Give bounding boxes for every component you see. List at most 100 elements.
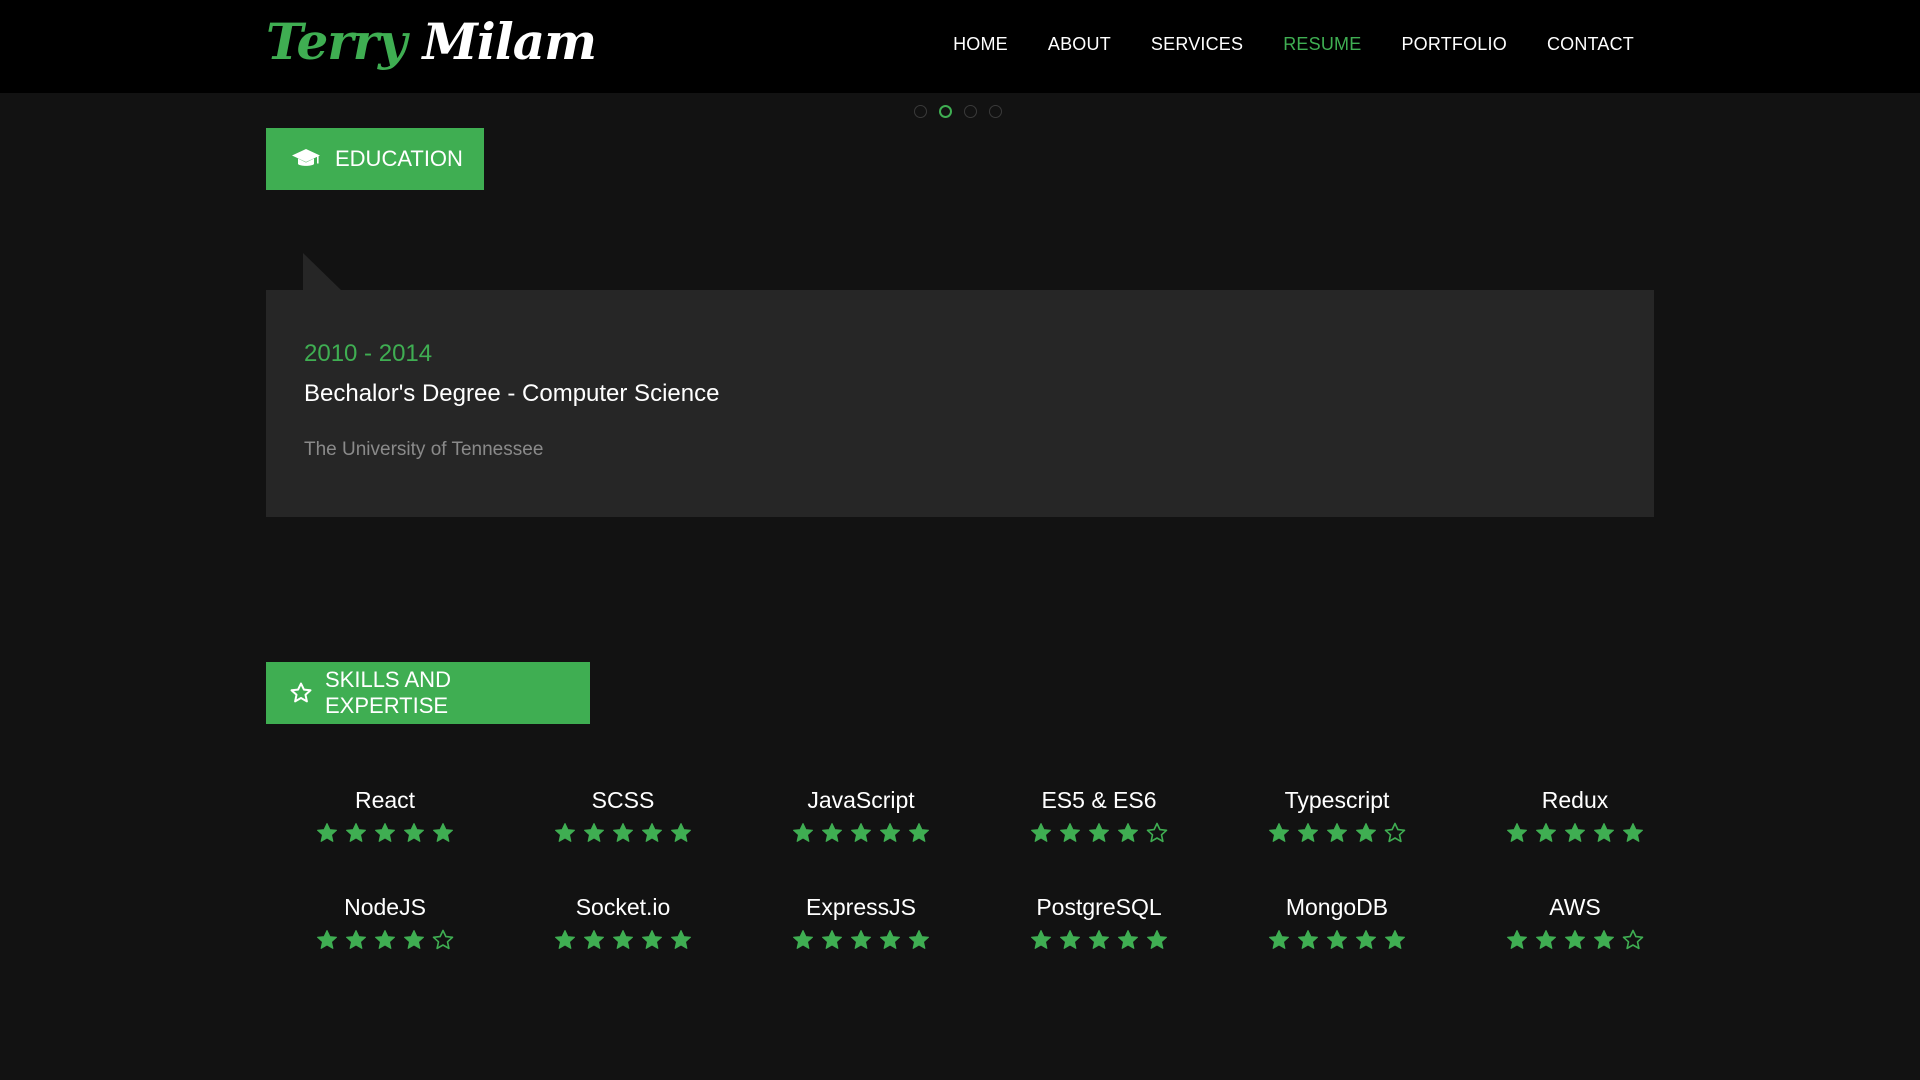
star-filled-icon [1118,823,1138,842]
skill-item: Socket.io [504,892,742,999]
nav-home[interactable]: HOME [953,34,1008,55]
star-filled-icon [851,930,871,949]
star-filled-icon [613,823,633,842]
star-filled-icon [1565,930,1585,949]
skill-name: SCSS [591,787,655,813]
star-filled-icon [433,823,453,842]
star-outline-icon [289,681,313,705]
star-filled-icon [671,930,691,949]
star-filled-icon [346,823,366,842]
star-filled-icon [880,823,900,842]
star-empty-icon [1146,822,1168,843]
skill-name: ExpressJS [806,894,916,920]
star-filled-icon [317,930,337,949]
star-filled-icon [822,930,842,949]
star-filled-icon [555,823,575,842]
nav-about[interactable]: ABOUT [1048,34,1111,55]
star-filled-icon [851,823,871,842]
star-filled-icon [1269,930,1289,949]
star-filled-icon [404,823,424,842]
skill-rating [980,821,1218,845]
star-filled-icon [584,823,604,842]
skills-heading-button[interactable]: SKILLS AND EXPERTISE [266,662,590,724]
skills-heading-label: SKILLS AND EXPERTISE [325,667,451,718]
star-filled-icon [1327,823,1347,842]
education-heading-button[interactable]: EDUCATION [266,128,484,190]
skill-rating [266,821,504,845]
skill-rating [1218,821,1456,845]
slider-dot[interactable] [964,105,977,118]
navbar: Terry Milam HOME ABOUT SERVICES RESUME P… [0,0,1920,93]
education-heading-label: EDUCATION [335,146,463,171]
star-filled-icon [584,930,604,949]
slider-dots [914,105,1002,118]
star-filled-icon [1356,823,1376,842]
star-empty-icon [1384,822,1406,843]
skill-item: Redux [1456,785,1694,892]
star-filled-icon [1118,930,1138,949]
star-filled-icon [1031,930,1051,949]
star-filled-icon [671,823,691,842]
star-filled-icon [1507,930,1527,949]
star-filled-icon [346,930,366,949]
star-filled-icon [1594,930,1614,949]
star-filled-icon [613,930,633,949]
star-filled-icon [1356,930,1376,949]
skill-rating [266,928,504,952]
star-filled-icon [1565,823,1585,842]
nav-resume[interactable]: RESUME [1283,34,1361,55]
logo-last-name: Milam [422,12,597,71]
graduation-cap-icon [291,148,321,170]
star-filled-icon [822,823,842,842]
education-card: 2010 - 2014 Bechalor's Degree - Computer… [266,253,1654,517]
star-filled-icon [1089,823,1109,842]
skill-item: Typescript [1218,785,1456,892]
logo[interactable]: Terry Milam [266,12,597,71]
skill-name: Redux [1541,787,1609,813]
skill-rating [742,928,980,952]
star-filled-icon [793,930,813,949]
nav-services[interactable]: SERVICES [1151,34,1243,55]
star-filled-icon [1060,930,1080,949]
star-filled-icon [1327,930,1347,949]
slider-dot[interactable] [914,105,927,118]
star-filled-icon [555,930,575,949]
star-filled-icon [909,823,929,842]
card-pointer [303,253,341,290]
skill-name: AWS [1549,894,1601,920]
slider-dot[interactable] [939,105,952,118]
star-filled-icon [793,823,813,842]
skill-name: PostgreSQL [1036,894,1162,920]
skill-item: AWS [1456,892,1694,999]
skill-item: PostgreSQL [980,892,1218,999]
star-filled-icon [1623,823,1643,842]
nav-portfolio[interactable]: PORTFOLIO [1401,34,1507,55]
star-filled-icon [317,823,337,842]
skill-rating [980,928,1218,952]
skill-name: ES5 & ES6 [1041,787,1157,813]
star-filled-icon [1147,930,1167,949]
star-filled-icon [642,823,662,842]
nav-contact[interactable]: CONTACT [1547,34,1634,55]
skills-grid: React SCSS JavaScript ES5 & ES6 Typescript Re… [266,785,1666,999]
star-filled-icon [880,930,900,949]
star-filled-icon [1536,930,1556,949]
star-filled-icon [1298,930,1318,949]
star-filled-icon [1536,823,1556,842]
skill-item: JavaScript [742,785,980,892]
slider-dot[interactable] [989,105,1002,118]
star-filled-icon [1385,930,1405,949]
education-years: 2010 - 2014 [304,340,433,367]
star-filled-icon [909,930,929,949]
star-filled-icon [1269,823,1289,842]
logo-first-name: Terry [266,12,407,71]
skill-item: React [266,785,504,892]
skill-item: ExpressJS [742,892,980,999]
skill-rating [504,928,742,952]
star-filled-icon [1298,823,1318,842]
skill-rating [1456,821,1694,845]
skill-name: React [354,787,416,813]
star-filled-icon [1060,823,1080,842]
main-nav: HOME ABOUT SERVICES RESUME PORTFOLIO CON… [913,34,1634,55]
skill-rating [504,821,742,845]
